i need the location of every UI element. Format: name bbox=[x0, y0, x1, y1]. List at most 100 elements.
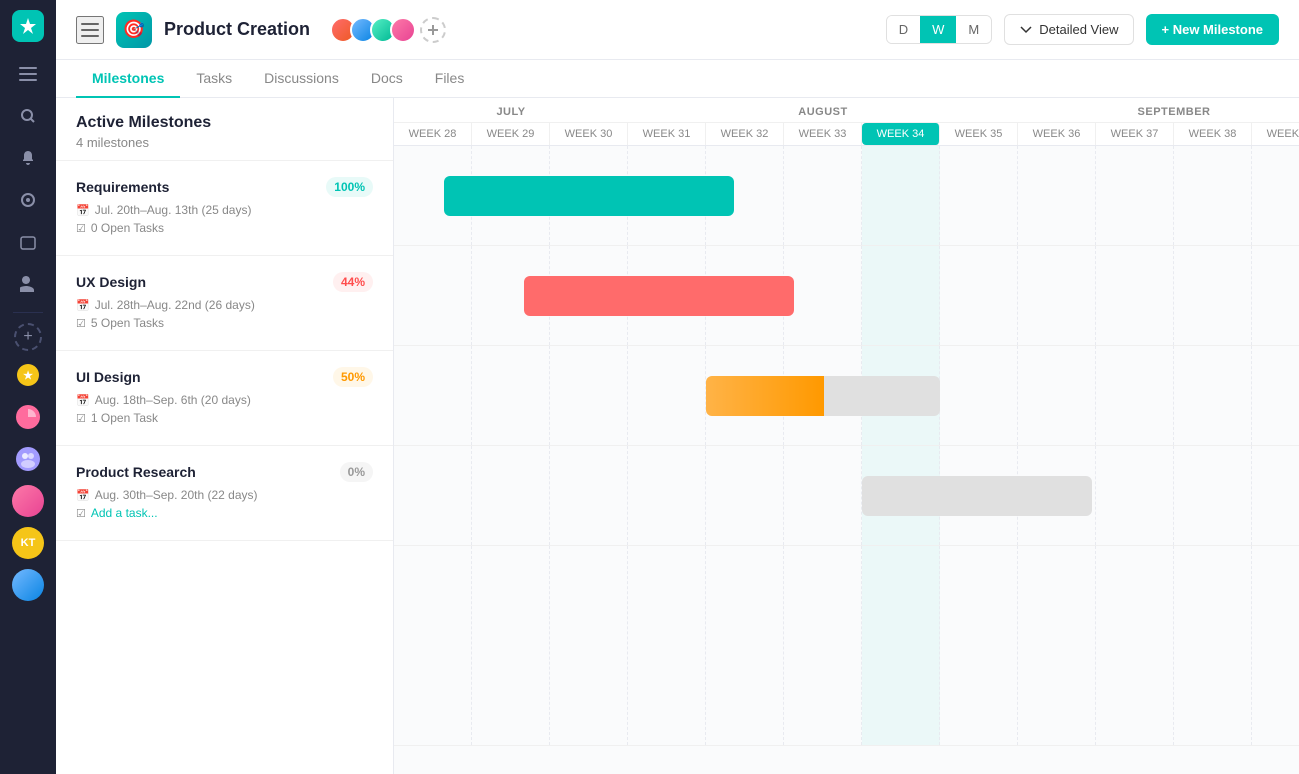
sidebar-avatar-2[interactable] bbox=[12, 569, 44, 601]
calendar-icon-research: 📅 bbox=[76, 489, 90, 502]
gantt-row-product-research bbox=[394, 446, 1299, 546]
gantt-header: JULY WEEK 28 WEEK 29 WEEK 30 AUGUST WEEK… bbox=[394, 98, 1299, 146]
app-logo[interactable] bbox=[12, 10, 44, 42]
milestone-badge-research: 0% bbox=[340, 462, 373, 482]
milestone-item-requirements: Requirements 100% 📅 Jul. 20th–Aug. 13th … bbox=[56, 161, 393, 256]
tasks-icon-research: ☑ bbox=[76, 507, 86, 520]
gantt-col-w38 bbox=[1174, 146, 1252, 245]
detailed-view-label: Detailed View bbox=[1039, 22, 1118, 37]
week-37[interactable]: WEEK 37 bbox=[1096, 123, 1174, 145]
tab-discussions[interactable]: Discussions bbox=[248, 60, 355, 98]
week-31[interactable]: WEEK 31 bbox=[628, 123, 706, 145]
project-icon: 🎯 bbox=[116, 12, 152, 48]
week-39[interactable]: WEEK 39 bbox=[1252, 123, 1299, 145]
gantt-col-w28 bbox=[394, 146, 472, 245]
header: 🎯 Product Creation D W M Detailed View +… bbox=[56, 0, 1299, 60]
gantt-col-w33 bbox=[784, 146, 862, 245]
milestone-badge-ui: 50% bbox=[333, 367, 373, 387]
panel-header: Active Milestones 4 milestones bbox=[56, 98, 393, 161]
sidebar-search-icon[interactable] bbox=[10, 98, 46, 134]
week-35[interactable]: WEEK 35 bbox=[940, 123, 1018, 145]
week-32[interactable]: WEEK 32 bbox=[706, 123, 784, 145]
tasks-icon-req: ☑ bbox=[76, 222, 86, 235]
sidebar-add-button[interactable]: + bbox=[14, 323, 42, 351]
calendar-icon-ui: 📅 bbox=[76, 394, 90, 407]
milestones-list-panel: Active Milestones 4 milestones Requireme… bbox=[56, 98, 394, 774]
sidebar-calendar-icon[interactable] bbox=[10, 224, 46, 260]
gantt-col-w36 bbox=[1018, 146, 1096, 245]
gantt-chart: JULY WEEK 28 WEEK 29 WEEK 30 AUGUST WEEK… bbox=[394, 98, 1299, 774]
svg-text:★: ★ bbox=[23, 370, 33, 382]
milestone-tasks-research: ☑ Add a task... bbox=[76, 506, 373, 520]
tab-docs[interactable]: Docs bbox=[355, 60, 419, 98]
tasks-icon-ui: ☑ bbox=[76, 412, 86, 425]
week-34[interactable]: WEEK 34 bbox=[862, 123, 940, 145]
view-month-button[interactable]: M bbox=[956, 16, 991, 43]
view-toggle: D W M bbox=[886, 15, 993, 44]
week-33[interactable]: WEEK 33 bbox=[784, 123, 862, 145]
tab-files[interactable]: Files bbox=[419, 60, 481, 98]
milestone-item-product-research: Product Research 0% 📅 Aug. 30th–Sep. 20t… bbox=[56, 446, 393, 541]
month-september: SEPTEMBER WEEK 36 WEEK 37 WEEK 38 WEEK 3… bbox=[1018, 98, 1299, 145]
gantt-row-ux-design bbox=[394, 246, 1299, 346]
gantt-row-ui-design bbox=[394, 346, 1299, 446]
gantt-row-requirements bbox=[394, 146, 1299, 246]
milestone-date-requirements: 📅 Jul. 20th–Aug. 13th (25 days) bbox=[76, 203, 373, 217]
gantt-col-w34 bbox=[862, 146, 940, 245]
tab-tasks[interactable]: Tasks bbox=[180, 60, 248, 98]
gantt-col-w29 bbox=[472, 146, 550, 245]
milestone-count: 4 milestones bbox=[76, 135, 373, 150]
month-label-july: JULY bbox=[394, 98, 628, 123]
gantt-body bbox=[394, 146, 1299, 746]
sidebar-project-group-icon[interactable] bbox=[10, 441, 46, 477]
team-avatar-4[interactable] bbox=[390, 17, 416, 43]
week-38[interactable]: WEEK 38 bbox=[1174, 123, 1252, 145]
nav-tabs: Milestones Tasks Discussions Docs Files bbox=[56, 60, 1299, 98]
gantt-col-w31 bbox=[628, 146, 706, 245]
sidebar-divider bbox=[13, 312, 43, 313]
sidebar: + ★ KT bbox=[0, 0, 56, 774]
sidebar-notifications-icon[interactable] bbox=[10, 140, 46, 176]
month-label-september: SEPTEMBER bbox=[1018, 98, 1299, 123]
view-day-button[interactable]: D bbox=[887, 16, 920, 43]
milestone-name-ui: UI Design bbox=[76, 369, 141, 385]
milestone-date-ux: 📅 Jul. 28th–Aug. 22nd (26 days) bbox=[76, 298, 373, 312]
detailed-view-button[interactable]: Detailed View bbox=[1004, 14, 1133, 45]
panel-title: Active Milestones bbox=[76, 114, 373, 132]
week-28[interactable]: WEEK 28 bbox=[394, 123, 472, 145]
milestone-date-research: 📅 Aug. 30th–Sep. 20th (22 days) bbox=[76, 488, 373, 502]
gantt-col-w30 bbox=[550, 146, 628, 245]
view-week-button[interactable]: W bbox=[920, 16, 956, 43]
milestone-date-ui: 📅 Aug. 18th–Sep. 6th (20 days) bbox=[76, 393, 373, 407]
week-30[interactable]: WEEK 30 bbox=[550, 123, 628, 145]
sidebar-avatar-1[interactable] bbox=[12, 485, 44, 517]
week-36[interactable]: WEEK 36 bbox=[1018, 123, 1096, 145]
add-task-link[interactable]: Add a task... bbox=[91, 506, 158, 520]
tab-milestones[interactable]: Milestones bbox=[76, 60, 180, 98]
new-milestone-button[interactable]: + New Milestone bbox=[1146, 14, 1280, 45]
sidebar-activity-icon[interactable] bbox=[10, 182, 46, 218]
milestone-badge-ux: 44% bbox=[333, 272, 373, 292]
month-july: JULY WEEK 28 WEEK 29 WEEK 30 bbox=[394, 98, 628, 145]
sidebar-menu-icon[interactable] bbox=[10, 56, 46, 92]
gantt-row-empty bbox=[394, 546, 1299, 746]
sidebar-avatar-kt[interactable]: KT bbox=[12, 527, 44, 559]
gantt-col-w37 bbox=[1096, 146, 1174, 245]
gantt-col-w32 bbox=[706, 146, 784, 245]
hamburger-button[interactable] bbox=[76, 16, 104, 44]
main-content: 🎯 Product Creation D W M Detailed View +… bbox=[56, 0, 1299, 774]
calendar-icon-req: 📅 bbox=[76, 204, 90, 217]
milestone-name-requirements: Requirements bbox=[76, 179, 169, 195]
milestone-name-research: Product Research bbox=[76, 464, 196, 480]
milestone-tasks-requirements: ☑ 0 Open Tasks bbox=[76, 221, 373, 235]
milestone-item-ui-design: UI Design 50% 📅 Aug. 18th–Sep. 6th (20 d… bbox=[56, 351, 393, 446]
month-label-august: AUGUST bbox=[628, 98, 1018, 123]
week-29[interactable]: WEEK 29 bbox=[472, 123, 550, 145]
sidebar-project-yellow-icon[interactable]: ★ bbox=[10, 357, 46, 393]
gantt-col-w35 bbox=[940, 146, 1018, 245]
tasks-icon-ux: ☑ bbox=[76, 317, 86, 330]
sidebar-project-pie-icon[interactable] bbox=[10, 399, 46, 435]
sidebar-adduser-icon[interactable] bbox=[10, 266, 46, 302]
add-team-member-button[interactable] bbox=[420, 17, 446, 43]
month-august: AUGUST WEEK 31 WEEK 32 WEEK 33 WEEK 34 W… bbox=[628, 98, 1018, 145]
